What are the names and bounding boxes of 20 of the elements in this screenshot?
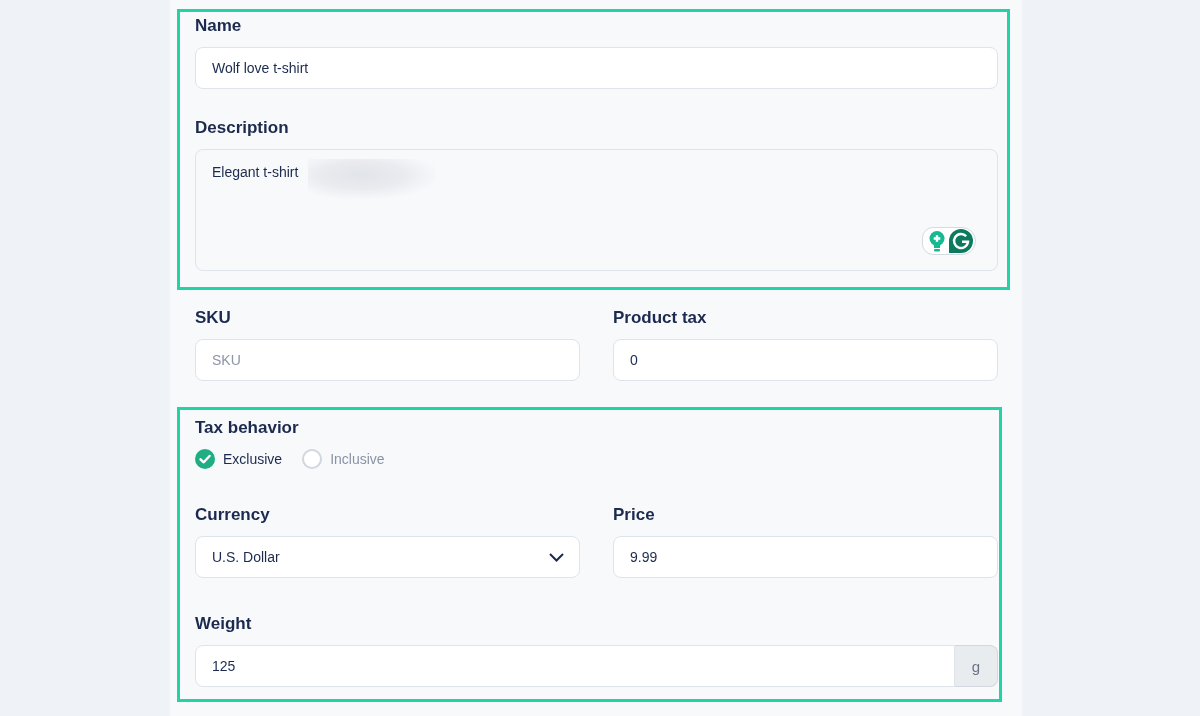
field-label: Currency — [195, 505, 270, 525]
field-label: Price — [613, 505, 655, 525]
field-label: Description — [195, 118, 289, 138]
field-label: Name — [195, 16, 242, 36]
field-label: Tax behavior — [195, 418, 299, 438]
unit-addon: g — [955, 645, 998, 687]
chevron-down-icon — [549, 552, 564, 562]
radio-option[interactable]: Exclusive — [195, 449, 283, 469]
select-field[interactable]: U.S. Dollar — [195, 536, 580, 578]
text-field[interactable]: 125 — [195, 645, 955, 687]
field-label: Product tax — [613, 308, 707, 328]
field-label: SKU — [195, 308, 231, 328]
text-field[interactable]: Wolf love t-shirt — [195, 47, 998, 89]
textarea-field[interactable]: Elegant t-shirt — [195, 149, 998, 271]
writing-assistant-widget[interactable] — [922, 227, 976, 255]
g-badge-icon — [949, 229, 973, 253]
field-label: Weight — [195, 614, 252, 634]
text-field[interactable]: 0 — [613, 339, 998, 381]
lightbulb-icon — [929, 230, 945, 252]
text-field[interactable]: 9.99 — [613, 536, 998, 578]
